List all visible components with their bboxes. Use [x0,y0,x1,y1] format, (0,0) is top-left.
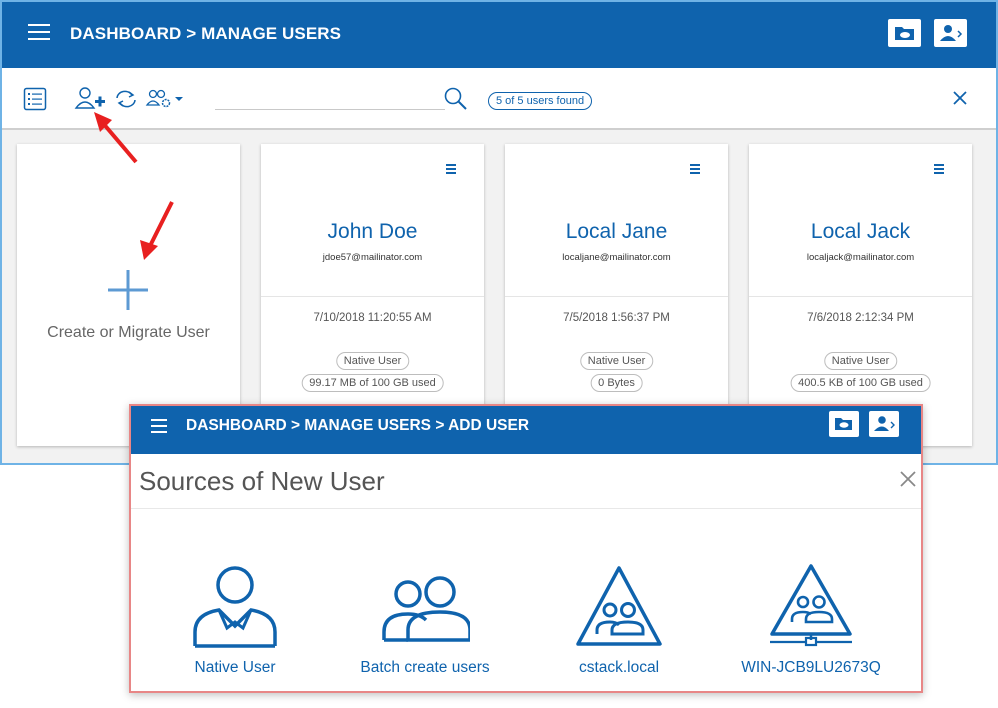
breadcrumb: DASHBOARD > MANAGE USERS [70,24,342,43]
close-icon[interactable] [899,470,917,488]
add-user-popup: DASHBOARD > MANAGE USERS > ADD USER Sour… [129,404,923,693]
toolbar: 5 of 5 users found [2,68,996,130]
popup-heading: Sources of New User [139,466,385,496]
user-email: localjack@mailinator.com [806,252,915,263]
user-arrow-icon [940,25,963,41]
red-arrow-annotation-icon [140,201,174,260]
source-native-user[interactable]: Native User [175,564,295,677]
search-underline [215,109,445,110]
popup-top-bar: DASHBOARD > MANAGE USERS > ADD USER [131,406,921,454]
card-divider [505,296,728,297]
folder-cloud-button[interactable] [829,411,859,437]
user-type-badge: Native User [823,352,898,370]
folder-cloud-button[interactable] [888,19,921,47]
folder-cloud-icon [835,418,852,430]
folder-cloud-icon [895,27,914,40]
user-email: jdoe57@mailinator.com [322,252,423,263]
create-user-card[interactable]: Create or Migrate User [17,144,240,446]
user-date: 7/6/2018 2:12:34 PM [807,312,914,324]
search-input[interactable] [215,88,443,110]
storage-usage-badge: 0 Bytes [590,374,643,392]
user-profile-button[interactable] [869,411,899,437]
source-win-server[interactable]: WIN-JCB9LU2673Q [731,564,891,677]
card-menu-icon[interactable] [934,164,944,176]
card-divider [749,296,972,297]
user-name[interactable]: Local Jane [505,220,728,244]
create-user-label[interactable]: Create or Migrate User [47,322,210,343]
network-triangle-icon [770,564,852,647]
user-card[interactable]: John Doe jdoe57@mailinator.com 7/10/2018… [261,144,484,446]
popup-breadcrumb: DASHBOARD > MANAGE USERS > ADD USER [186,417,530,434]
user-name[interactable]: Local Jack [749,220,972,244]
close-icon[interactable] [952,90,968,106]
user-name[interactable]: John Doe [261,220,484,244]
popup-divider [131,508,921,509]
list-view-icon[interactable] [23,87,47,111]
source-cstack-local[interactable]: cstack.local [559,564,679,677]
card-menu-icon[interactable] [446,164,456,176]
hamburger-menu-icon[interactable] [28,24,50,42]
user-date: 7/10/2018 11:20:55 AM [313,312,432,324]
user-card[interactable]: Local Jane localjane@mailinator.com 7/5/… [505,144,728,446]
card-divider [261,296,484,297]
storage-usage-badge: 400.5 KB of 100 GB used [790,374,931,392]
storage-usage-badge: 99.17 MB of 100 GB used [301,374,444,392]
user-type-badge: Native User [335,352,410,370]
user-type-badge: Native User [579,352,654,370]
user-card[interactable]: Local Jack localjack@mailinator.com 7/6/… [749,144,972,446]
user-date: 7/5/2018 1:56:37 PM [563,312,670,324]
source-label[interactable]: cstack.local [559,659,679,677]
domain-triangle-icon [576,566,662,646]
user-settings-dropdown-icon[interactable] [145,88,183,110]
single-user-icon [193,566,277,648]
source-batch-create-users[interactable]: Batch create users [355,564,495,677]
users-found-badge: 5 of 5 users found [488,92,593,110]
search-icon[interactable] [443,86,469,112]
plus-icon[interactable] [108,270,148,310]
red-arrow-annotation-icon [94,112,138,164]
hamburger-menu-icon[interactable] [151,419,167,433]
refresh-sync-icon[interactable] [113,88,139,110]
user-profile-button[interactable] [934,19,967,47]
user-arrow-icon [874,416,895,431]
source-label[interactable]: WIN-JCB9LU2673Q [731,659,891,677]
user-email: localjane@mailinator.com [562,252,671,263]
source-label[interactable]: Batch create users [355,659,495,677]
two-users-icon [382,576,472,642]
source-label[interactable]: Native User [175,659,295,677]
card-menu-icon[interactable] [690,164,700,176]
top-bar: DASHBOARD > MANAGE USERS [2,2,996,68]
